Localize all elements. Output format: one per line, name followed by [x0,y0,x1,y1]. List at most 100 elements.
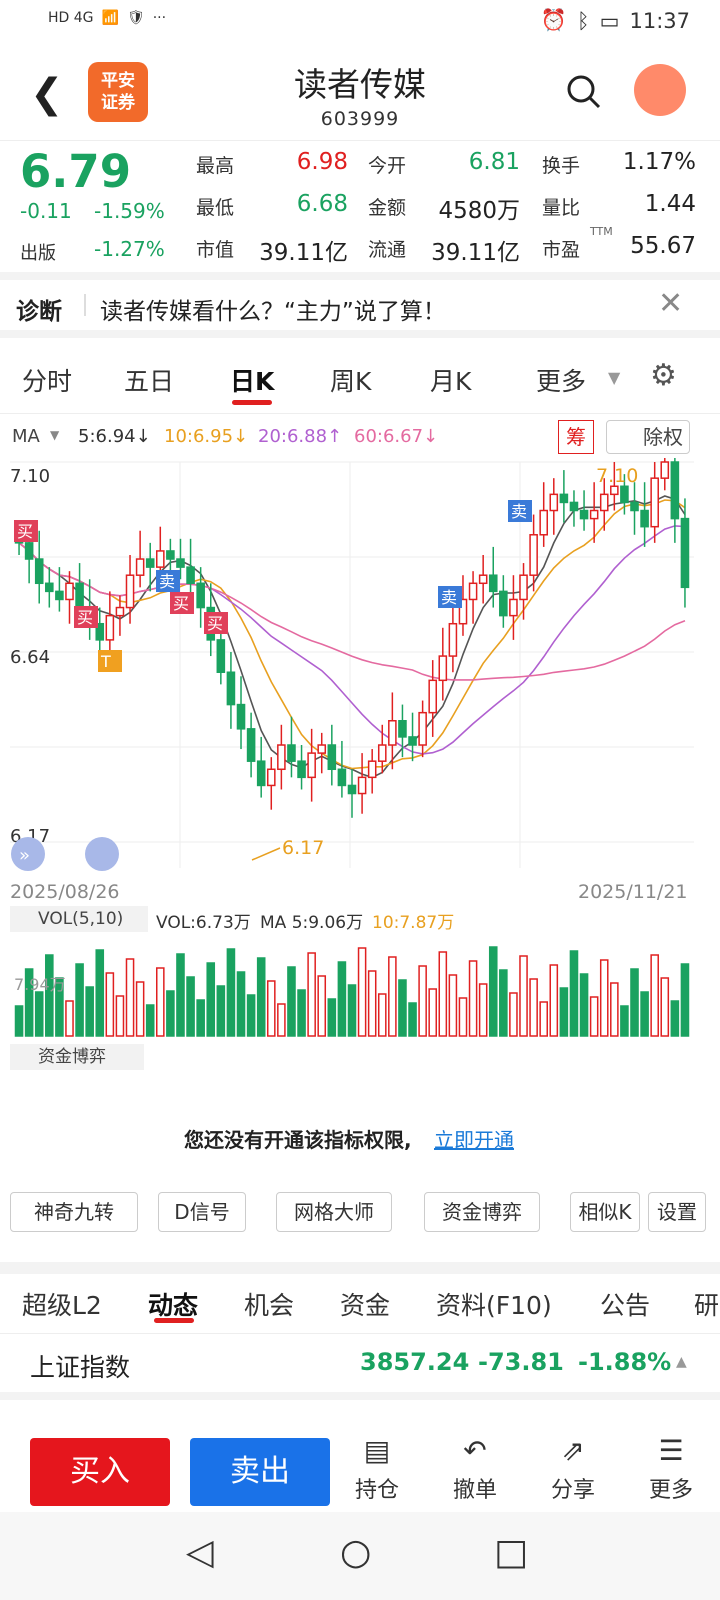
volume-bar [579,973,589,1037]
candle [569,501,579,512]
undo-icon: ↶ [463,1434,487,1467]
fullscreen-icon[interactable] [85,837,119,871]
quote-value: 1.44 [644,191,696,217]
buy-button[interactable]: 买入 [30,1438,170,1506]
tool-button[interactable]: 神奇九转 [10,1192,138,1232]
volume-bar [428,988,438,1037]
candle [488,574,498,593]
index-ticker[interactable]: 上证指数 3857.24 -73.81 -1.88% ▲ [0,1334,720,1400]
list-icon: ▤ [363,1434,391,1467]
volume-bar [680,963,690,1037]
candle [236,703,246,730]
y-mid-label: 6.64 [10,647,50,668]
start-date: 2025/08/26 [10,881,120,903]
candle [337,768,347,787]
volume-bar [620,1005,629,1037]
tab-news[interactable]: 动态 [148,1286,198,1322]
fund-panel: 资金博弈 您还没有开通该指标权限, 立即开通 [0,1040,720,1180]
tool-button[interactable]: 网格大师 [276,1192,392,1232]
tool-button[interactable]: D信号 [158,1192,246,1232]
volume-bar [95,949,105,1037]
cancel-order-button[interactable]: ↶ 撤单 [440,1434,510,1504]
vol-ma10: 10:7.87万 [372,913,455,933]
candle [398,720,407,738]
ma10-value: 10:6.95↓ [164,426,249,447]
volume-bar [559,987,569,1037]
tab-funds[interactable]: 资金 [340,1286,390,1322]
candle [246,728,256,762]
ma-label[interactable]: MA [12,426,40,447]
share-button[interactable]: ⇗ 分享 [538,1434,608,1504]
bluetooth-icon: ᛒ [577,8,590,33]
volume-bar [226,948,236,1037]
tab-opportunity[interactable]: 机会 [244,1286,294,1322]
activate-link[interactable]: 立即开通 [434,1124,514,1153]
clock: 11:37 [629,8,690,33]
nav-home-icon[interactable]: ○ [340,1532,371,1573]
fund-selector[interactable]: 资金博弈 [10,1044,144,1070]
tab-research[interactable]: 研 [694,1286,719,1322]
kline-svg: 7.10 6.17 6.64 7.10 6.17 2025/08/26 2025… [10,458,694,903]
quote-label: 今开 [368,155,407,177]
quote-label: 流通 [368,239,407,261]
vol-selector[interactable]: VOL(5,10) [10,906,148,932]
quote-value: 1.17% [622,149,696,175]
nav-back-icon[interactable]: ◁ [186,1532,214,1573]
more-button[interactable]: ☰ 更多 [636,1434,706,1504]
chevron-down-icon: ▼ [608,368,621,387]
candle [529,534,538,576]
bottom-bar: 买入 卖出 ▤ 持仓 ↶ 撤单 ⇗ 分享 ☰ 更多 [0,1400,720,1512]
candle [277,744,286,771]
candle [418,711,427,746]
close-icon[interactable]: ✕ [658,286,683,321]
tab-monthly-k[interactable]: 月K [430,362,471,398]
gear-icon[interactable]: ⚙ [650,358,677,393]
kline-chart[interactable]: MA ▼ 5:6.94↓ 10:6.95↓ 20:6.88↑ 60:6.67↓ … [0,414,720,914]
chevron-up-icon[interactable]: ▲ [676,1354,687,1370]
tool-button[interactable]: 设置 [648,1192,706,1232]
candle [539,509,548,536]
quote-value: 4580万 [438,198,520,224]
volume-bar [75,963,84,1037]
search-icon[interactable] [566,74,602,110]
diagnosis-bar[interactable]: 诊断 读者传媒看什么？“主力”说了算！ ✕ [0,272,720,338]
nav-recent-icon[interactable]: □ [494,1532,528,1573]
tab-f10[interactable]: 资料(F10) [436,1286,552,1322]
volume-bar [14,1005,24,1037]
volume-bar [468,960,478,1037]
volume-bar [34,991,44,1037]
volume-bar [277,1003,286,1037]
candle [448,622,458,657]
y-max-label: 7.10 [10,466,50,487]
chip-button[interactable]: 筹 [558,420,594,454]
wifi-icon: 📶 [101,10,119,26]
tab-intraday[interactable]: 分时 [22,362,72,398]
positions-button[interactable]: ▤ 持仓 [342,1434,412,1504]
tool-button[interactable]: 相似K [570,1192,640,1232]
tab-more[interactable]: 更多 [536,362,586,398]
tool-button[interactable]: 资金博弈 [424,1192,540,1232]
assistant-avatar[interactable] [634,64,686,116]
tab-daily-k[interactable]: 日K [230,362,274,398]
tab-weekly-k[interactable]: 周K [330,362,371,398]
tab-level2[interactable]: 超级L2 [22,1286,102,1322]
quote-label: 最高 [196,155,235,177]
ex-right-button[interactable]: 除权 [606,420,690,454]
ma60-value: 60:6.67↓ [354,426,439,447]
volume-bar [519,955,528,1037]
tab-announcement[interactable]: 公告 [600,1286,650,1322]
candle [226,671,236,706]
volume-bar [650,954,659,1037]
candle [45,582,54,593]
chevron-down-icon[interactable]: ▼ [50,428,59,442]
divider [84,294,86,316]
ma20-value: 20:6.88↑ [258,426,343,447]
volume-bar [569,950,579,1037]
volume-bar [125,958,135,1037]
sell-button[interactable]: 卖出 [190,1438,330,1506]
ttm-tag: TTM [590,225,613,238]
volume-bar [408,1002,417,1037]
tab-5day[interactable]: 五日 [124,362,174,398]
candle [75,582,84,609]
network-indicator: HD 4G [48,10,94,26]
